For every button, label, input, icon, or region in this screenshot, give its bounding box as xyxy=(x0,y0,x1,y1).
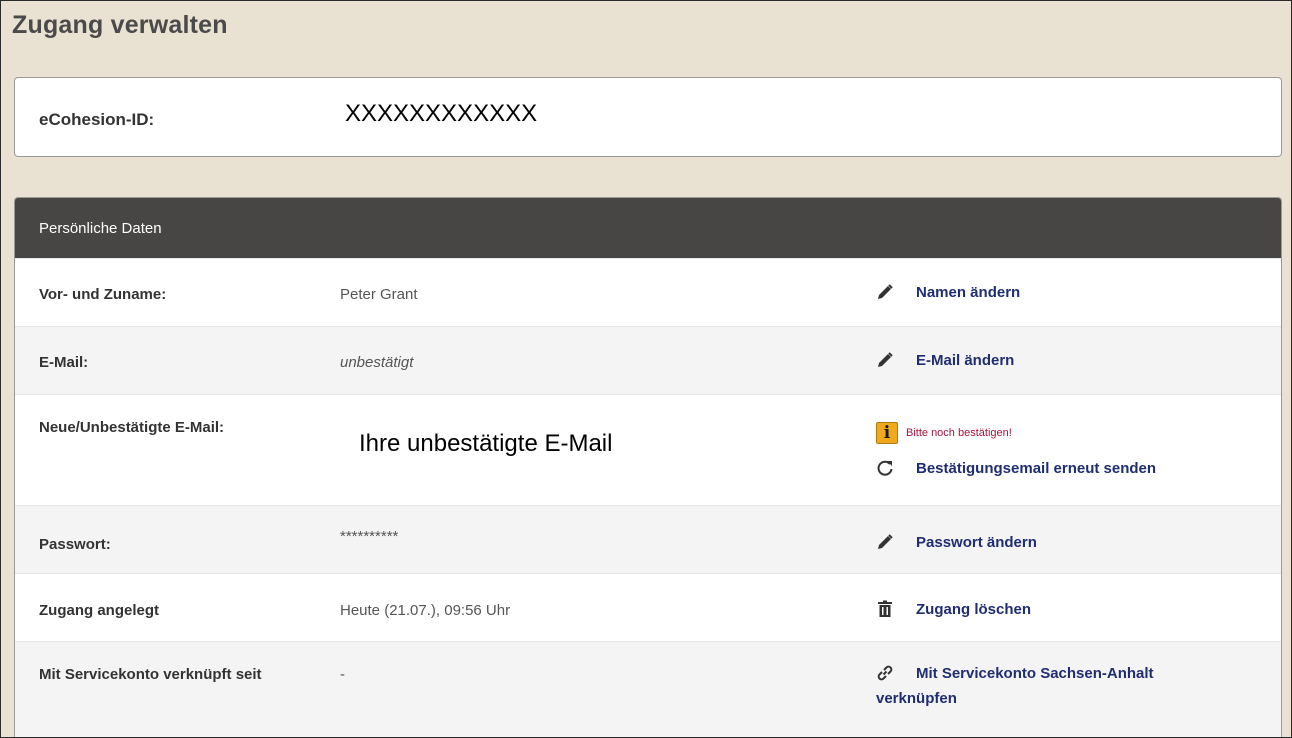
ecohesion-id-value: XXXXXXXXXXXX xyxy=(345,100,538,127)
page-frame: Zugang verwalten eCohesion-ID: XXXXXXXXX… xyxy=(0,0,1292,738)
change-email-action[interactable]: E-Mail ändern xyxy=(876,351,1014,369)
resend-confirmation-action[interactable]: Bestätigungsemail erneut senden xyxy=(876,459,1156,477)
row-value: - xyxy=(340,666,345,683)
pencil-icon xyxy=(876,351,894,369)
link-service-account-link[interactable]: Mit Servicekonto Sachsen-Anhalt xyxy=(916,665,1154,682)
row-label: Mit Servicekonto verknüpft seit xyxy=(39,666,262,683)
row-label: Neue/Unbestätigte E-Mail: xyxy=(39,419,225,436)
change-password-link[interactable]: Passwort ändern xyxy=(916,534,1037,551)
row-password: Passwort: ********** Passwort ändern xyxy=(15,505,1281,573)
trash-icon xyxy=(876,600,894,618)
row-value: ********** xyxy=(340,528,399,545)
ecohesion-id-label: eCohesion-ID: xyxy=(39,110,155,129)
info-icon: i xyxy=(876,422,898,444)
row-email: E-Mail: unbestätigt E-Mail ändern xyxy=(15,326,1281,394)
link-service-account-link-continued[interactable]: verknüpfen xyxy=(876,690,957,707)
row-label: Zugang angelegt xyxy=(39,602,159,619)
delete-account-action[interactable]: Zugang löschen xyxy=(876,600,1031,618)
change-name-link[interactable]: Namen ändern xyxy=(916,284,1020,301)
delete-account-link[interactable]: Zugang löschen xyxy=(916,601,1031,618)
ecohesion-id-card: eCohesion-ID: XXXXXXXXXXXX xyxy=(14,77,1282,157)
row-value: Heute (21.07.), 09:56 Uhr xyxy=(340,602,511,619)
row-label: Vor- und Zuname: xyxy=(39,286,167,303)
row-service-account: Mit Servicekonto verknüpft seit - Mit Se… xyxy=(15,641,1281,737)
link-icon xyxy=(876,664,894,682)
panel-header: Persönliche Daten xyxy=(15,198,1281,258)
row-value: Ihre unbestätigte E-Mail xyxy=(359,430,613,457)
link-service-account-action[interactable]: Mit Servicekonto Sachsen-Anhalt xyxy=(876,664,1154,682)
change-name-action[interactable]: Namen ändern xyxy=(876,283,1020,301)
confirm-warning-text: Bitte noch bestätigen! xyxy=(906,427,1012,439)
personal-data-panel: Persönliche Daten Vor- und Zuname: Peter… xyxy=(14,197,1282,737)
row-value: unbestätigt xyxy=(340,354,414,371)
row-unconfirmed-email: Neue/Unbestätigte E-Mail: Ihre unbestäti… xyxy=(15,394,1281,505)
page-title: Zugang verwalten xyxy=(12,11,228,39)
pencil-icon xyxy=(876,533,894,551)
change-email-link[interactable]: E-Mail ändern xyxy=(916,352,1014,369)
row-account-created: Zugang angelegt Heute (21.07.), 09:56 Uh… xyxy=(15,573,1281,641)
panel-title: Persönliche Daten xyxy=(39,219,162,237)
resend-confirmation-link[interactable]: Bestätigungsemail erneut senden xyxy=(916,460,1156,477)
refresh-icon xyxy=(876,459,894,477)
pencil-icon xyxy=(876,283,894,301)
row-name: Vor- und Zuname: Peter Grant Namen änder… xyxy=(15,258,1281,326)
confirm-warning: i Bitte noch bestätigen! xyxy=(876,422,1012,444)
row-value: Peter Grant xyxy=(340,286,418,303)
row-label: Passwort: xyxy=(39,536,111,553)
row-label: E-Mail: xyxy=(39,354,89,371)
change-password-action[interactable]: Passwort ändern xyxy=(876,533,1037,551)
